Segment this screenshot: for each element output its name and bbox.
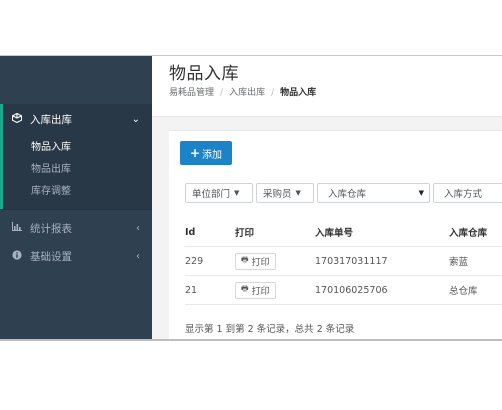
cube-icon bbox=[10, 112, 24, 126]
sidebar: 入库出库 ⌄ 物品入库 物品出库 库存调整 统计报表 ‹ 基础设置 ‹ bbox=[0, 56, 152, 340]
cell-id: 21 bbox=[185, 275, 235, 305]
page-title: 物品入库 bbox=[169, 64, 239, 84]
warehouse-select[interactable]: 入库仓库 ▼ bbox=[317, 183, 430, 203]
add-button-label: 添加 bbox=[202, 149, 223, 161]
sidebar-subitem-stock-in[interactable]: 物品入库 bbox=[3, 137, 152, 159]
bottom-border bbox=[0, 339, 502, 341]
table-row: 21 🖶 打印 170106025706 总仓库 bbox=[185, 275, 502, 305]
column-header[interactable]: Id bbox=[185, 218, 235, 247]
print-button-label: 打印 bbox=[251, 257, 270, 268]
cell-warehouse: 索蓝 bbox=[449, 246, 502, 276]
sidebar-item-label: 统计报表 bbox=[30, 222, 72, 235]
table-header-row: Id 打印 入库单号 入库仓库 bbox=[185, 218, 502, 247]
print-button[interactable]: 🖶 打印 bbox=[235, 252, 276, 270]
plus-icon: + bbox=[189, 146, 201, 160]
breadcrumb-separator: / bbox=[271, 88, 275, 98]
breadcrumb: 易耗品管理 / 入库出库 / 物品入库 bbox=[169, 85, 316, 98]
chevron-left-icon: ‹ bbox=[136, 250, 140, 262]
caret-down-icon: ▼ bbox=[295, 189, 301, 197]
buyer-dropdown[interactable]: 采购员 ▼ bbox=[256, 183, 314, 203]
app-window: 入库出库 ⌄ 物品入库 物品出库 库存调整 统计报表 ‹ 基础设置 ‹ 物品入库 bbox=[0, 56, 502, 340]
submenu-stock: 物品入库 物品出库 库存调整 bbox=[0, 134, 152, 209]
breadcrumb-separator: / bbox=[220, 88, 224, 98]
sidebar-subitem-stock-adjust[interactable]: 库存调整 bbox=[3, 181, 152, 203]
main-content: 物品入库 易耗品管理 / 入库出库 / 物品入库 + 添加 单位部门 ▼ 采购员 ▼ bbox=[152, 56, 502, 340]
select-value: 入库方式 bbox=[444, 189, 483, 200]
sidebar-item-reports[interactable]: 统计报表 ‹ bbox=[0, 214, 152, 242]
breadcrumb-item[interactable]: 易耗品管理 bbox=[169, 88, 214, 98]
cell-warehouse: 总仓库 bbox=[449, 275, 502, 305]
print-button[interactable]: 🖶 打印 bbox=[235, 281, 276, 299]
column-header[interactable]: 打印 bbox=[235, 218, 315, 247]
cell-id: 229 bbox=[185, 246, 235, 276]
dropdown-label: 采购员 bbox=[263, 189, 292, 200]
add-button[interactable]: + 添加 bbox=[180, 141, 232, 165]
printer-icon: 🖶 bbox=[241, 284, 249, 293]
sidebar-header bbox=[0, 56, 152, 102]
breadcrumb-current: 物品入库 bbox=[280, 88, 317, 98]
print-button-label: 打印 bbox=[251, 286, 270, 297]
select-value: 入库仓库 bbox=[328, 189, 367, 200]
sidebar-item-settings[interactable]: 基础设置 ‹ bbox=[0, 242, 152, 270]
divider bbox=[0, 209, 152, 210]
cell-order-no: 170317031117 bbox=[315, 246, 449, 276]
method-select[interactable]: 入库方式 bbox=[433, 183, 502, 203]
page-header: 物品入库 易耗品管理 / 入库出库 / 物品入库 bbox=[152, 56, 502, 117]
dropdown-label: 单位部门 bbox=[192, 189, 231, 200]
sidebar-item-label: 基础设置 bbox=[30, 250, 72, 263]
column-header[interactable]: 入库单号 bbox=[315, 218, 449, 247]
column-header[interactable]: 入库仓库 bbox=[449, 218, 502, 247]
department-dropdown[interactable]: 单位部门 ▼ bbox=[185, 183, 253, 203]
chevron-left-icon: ‹ bbox=[136, 222, 140, 234]
sidebar-item-stock-in-out[interactable]: 入库出库 ⌄ bbox=[0, 104, 152, 134]
sidebar-subitem-stock-out[interactable]: 物品出库 bbox=[3, 159, 152, 181]
chevron-down-icon: ⌄ bbox=[131, 113, 140, 125]
bar-chart-icon bbox=[10, 222, 24, 234]
pagination-summary: 显示第 1 到第 2 条记录，总共 2 条记录 bbox=[185, 324, 355, 335]
cell-print: 🖶 打印 bbox=[235, 246, 315, 276]
cell-order-no: 170106025706 bbox=[315, 275, 449, 305]
table-row: 229 🖶 打印 170317031117 索蓝 bbox=[185, 246, 502, 276]
caret-down-icon: ▼ bbox=[418, 189, 424, 197]
breadcrumb-item[interactable]: 入库出库 bbox=[229, 88, 265, 98]
sidebar-item-label: 入库出库 bbox=[30, 113, 72, 126]
printer-icon: 🖶 bbox=[241, 255, 249, 264]
info-circle-icon bbox=[10, 249, 24, 263]
stock-in-table: Id 打印 入库单号 入库仓库 229 🖶 打印 170317031117 索蓝… bbox=[185, 218, 502, 305]
cell-print: 🖶 打印 bbox=[235, 275, 315, 305]
caret-down-icon: ▼ bbox=[234, 189, 240, 197]
content-panel: + 添加 单位部门 ▼ 采购员 ▼ 入库仓库 ▼ 入库方式 Id 打印 入库单号… bbox=[169, 130, 502, 340]
